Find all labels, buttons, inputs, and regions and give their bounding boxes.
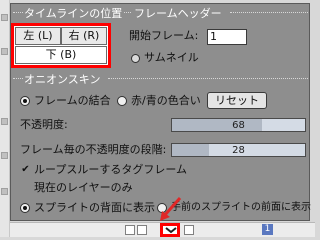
gutter-handle-icon [1,152,8,159]
behind-sprites-radio[interactable] [20,203,30,213]
section-divider [108,78,308,79]
timeline-settings-icon[interactable] [160,223,180,237]
blend-frames-label: フレームの結合 [34,94,111,107]
onion-skin-title: オニオンスキン [24,73,101,86]
loop-label: ループスルーするタグフレーム [34,163,188,176]
opacity-step-label: フレーム毎の不透明度の段階: [20,143,167,156]
app-gutter [0,0,10,237]
timeline-options-panel: タイムラインの位置 フレームヘッダー 左 (L) 右 (R) 下 (B) 開始フ… [10,3,311,221]
gutter-handle-icon [1,14,8,21]
opacity-step-slider[interactable]: 28 [171,143,306,157]
section-divider [13,78,23,79]
red-blue-label: 赤/青の色合い [131,94,201,107]
section-divider [13,12,23,13]
lock-icon[interactable] [137,225,147,235]
reset-button[interactable]: リセット [207,92,267,109]
layer-frame-icon [184,225,194,235]
frame-header-title: フレームヘッダー [134,7,222,20]
gutter-handle-icon [1,48,8,55]
current-layer-checkbox[interactable] [20,183,31,194]
timeline-position-title: タイムラインの位置 [24,7,123,20]
opacity-step-value: 28 [232,145,245,156]
start-frame-input[interactable]: 1 [207,29,247,45]
section-divider [230,12,308,13]
layer-number-badge: 1 [262,224,273,235]
behind-sprites-label: スプライトの背面に表示 [34,201,155,214]
current-layer-label: 現在のレイヤーのみ [34,181,133,194]
opacity-label: 不透明度: [20,118,68,131]
thumbnail-label: サムネイル [144,51,199,64]
layer-strip: 1 [10,222,315,237]
front-sprites-label: 手前のスプライトの前面に表示 [171,202,311,213]
section-divider [124,12,131,13]
opacity-value: 68 [232,120,245,131]
blend-frames-radio[interactable] [20,96,30,106]
timeline-position-group: 左 (L) 右 (R) 下 (B) [11,23,111,68]
loop-checkbox[interactable]: ✔ [20,165,31,176]
gutter-handle-icon [1,118,8,125]
gutter-handle-icon [1,188,8,195]
start-frame-label: 開始フレーム: [129,29,199,42]
thumbnail-checkbox[interactable] [131,54,140,63]
red-blue-radio[interactable] [117,96,127,106]
position-left-button[interactable]: 左 (L) [15,27,61,45]
eye-icon[interactable] [125,225,135,235]
position-bottom-button[interactable]: 下 (B) [15,46,107,64]
annotation-arrow-icon [160,197,182,221]
opacity-slider[interactable]: 68 [171,118,306,132]
position-right-button[interactable]: 右 (R) [61,27,107,45]
